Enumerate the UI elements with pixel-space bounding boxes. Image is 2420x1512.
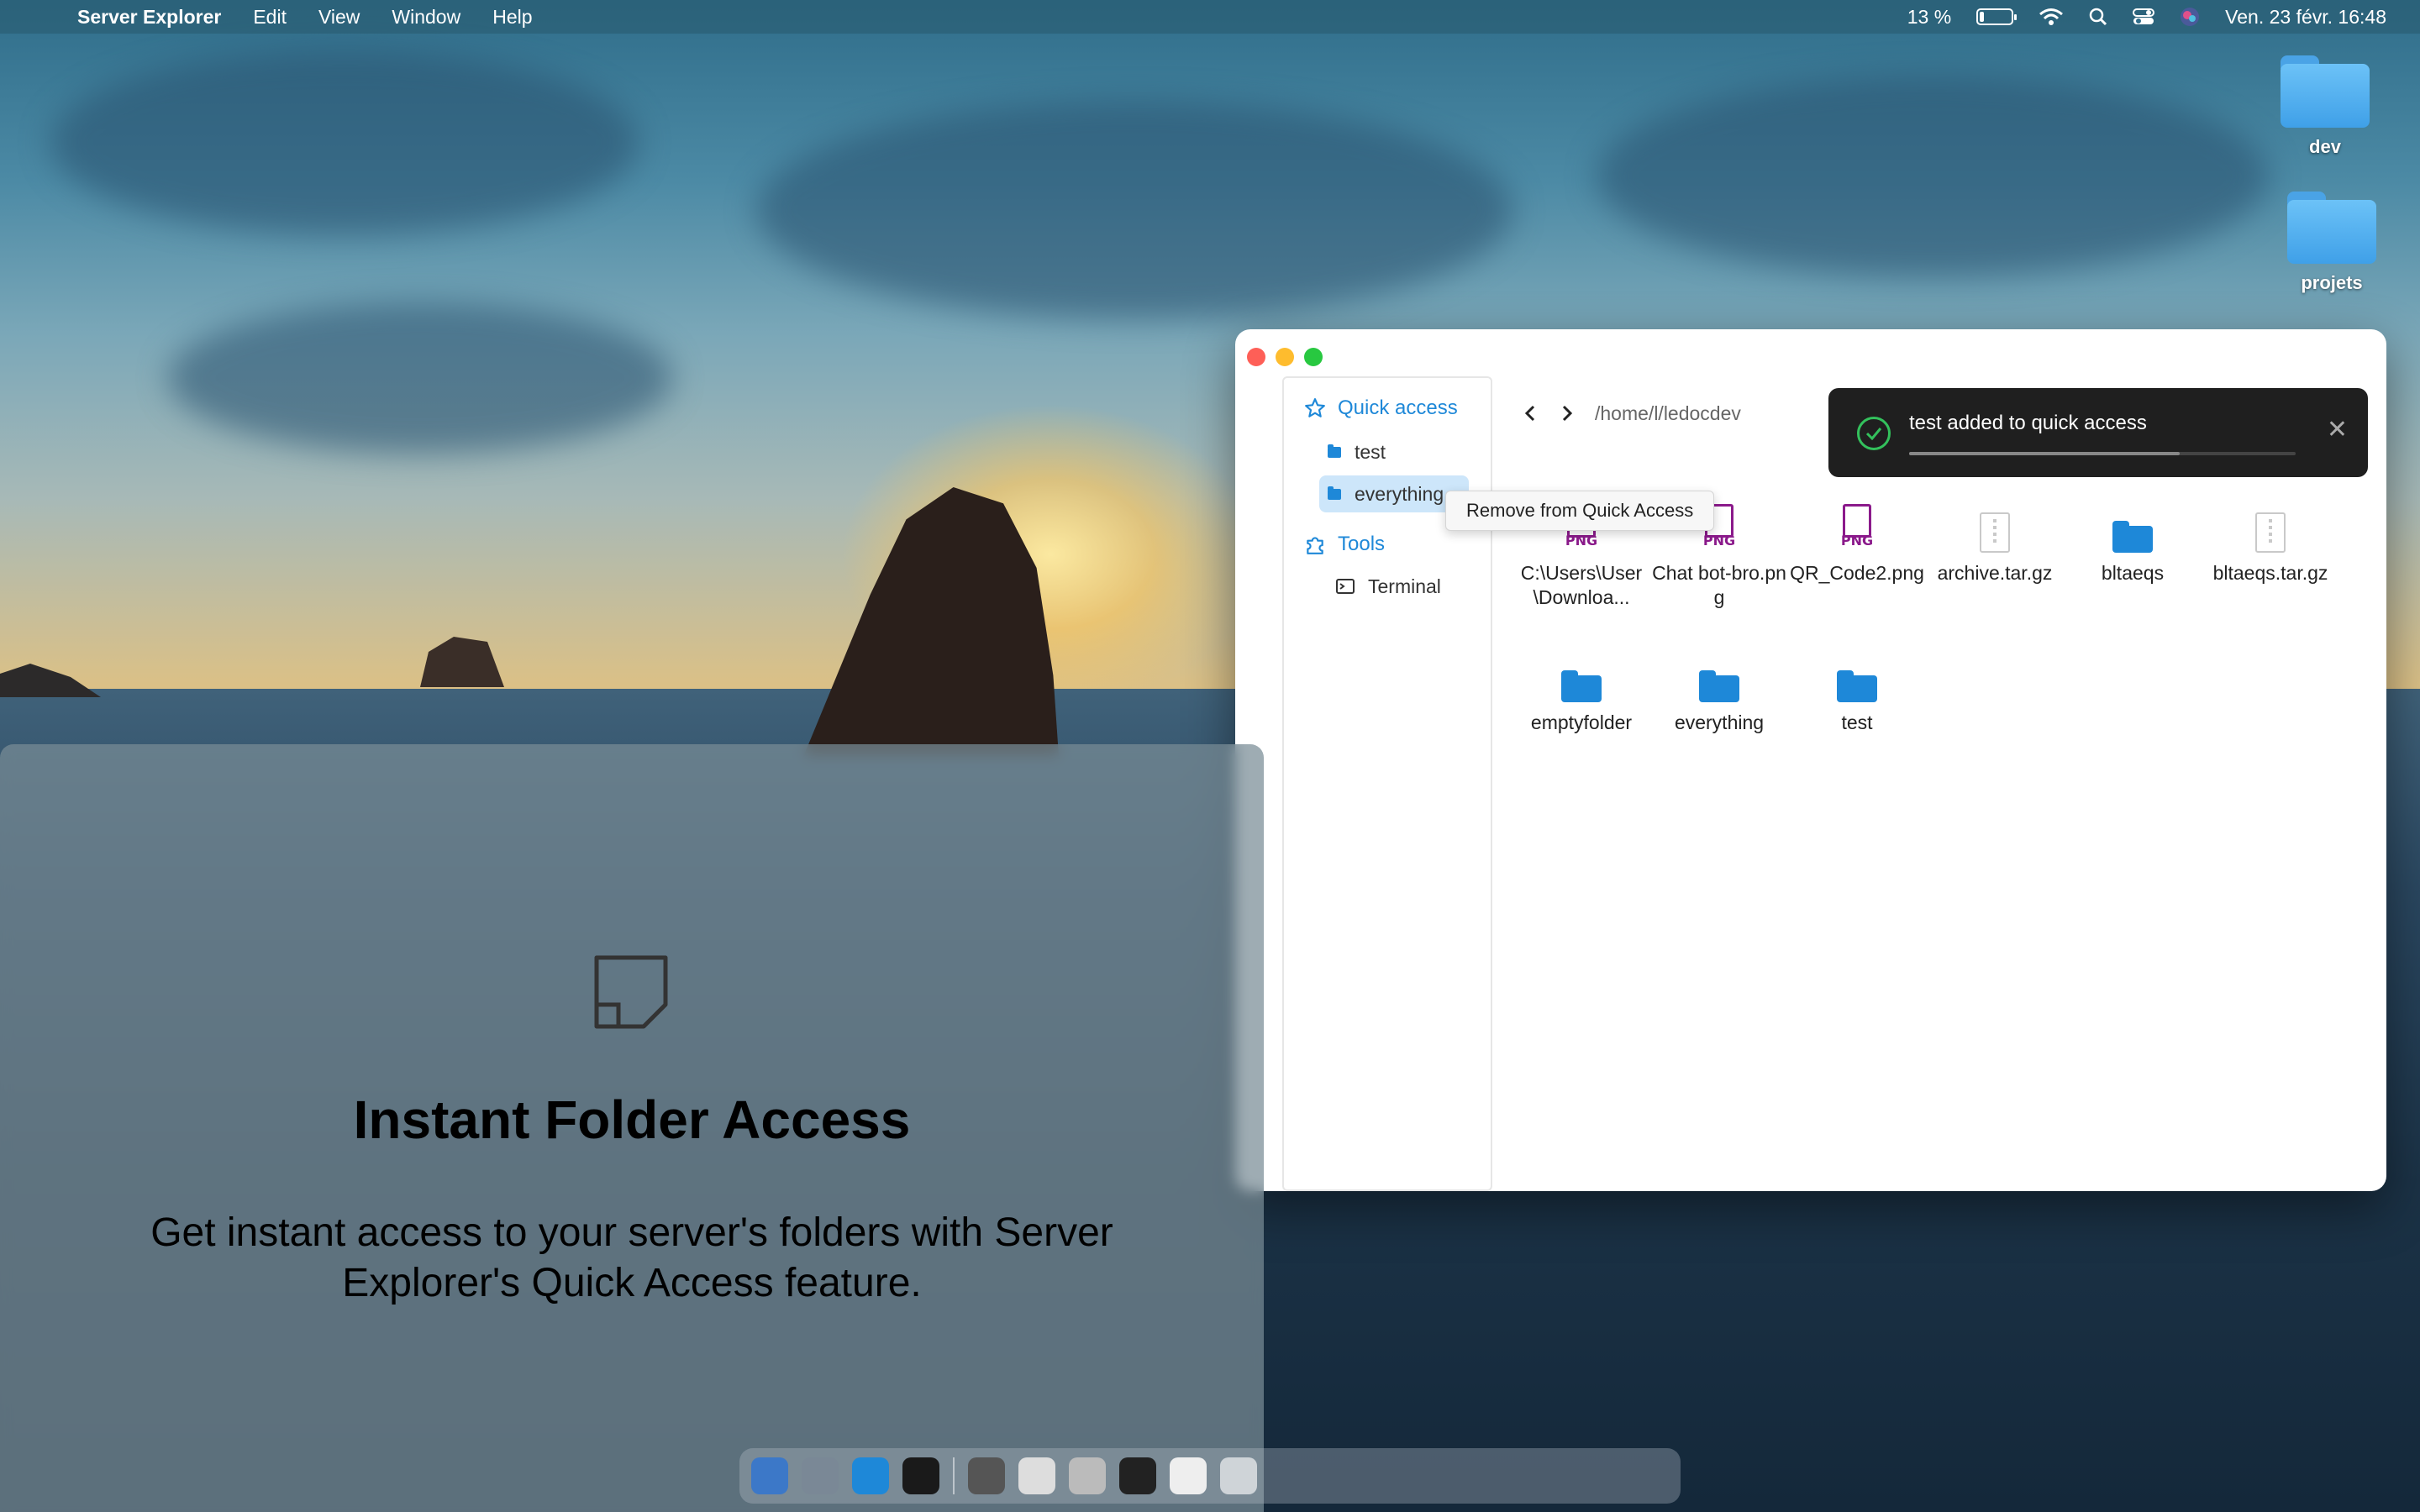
star-icon bbox=[1305, 398, 1325, 417]
menu-edit[interactable]: Edit bbox=[253, 6, 287, 29]
desktop-folder-dev[interactable]: dev bbox=[2262, 55, 2388, 158]
menu-help[interactable]: Help bbox=[492, 6, 532, 29]
folder-icon bbox=[2287, 192, 2376, 264]
back-chevron-icon[interactable] bbox=[1521, 404, 1539, 423]
current-path[interactable]: /home/l/ledocdev bbox=[1595, 402, 1741, 425]
menu-window[interactable]: Window bbox=[392, 6, 460, 29]
battery-percent: 13 % bbox=[1907, 5, 1952, 28]
folder-icon bbox=[2281, 55, 2370, 128]
folder-icon bbox=[1837, 670, 1877, 702]
desktop-icon-label: projets bbox=[2301, 272, 2363, 293]
dock-app-icon[interactable] bbox=[968, 1457, 1005, 1494]
close-icon[interactable]: ✕ bbox=[2327, 415, 2348, 444]
window-minimize-button[interactable] bbox=[1276, 348, 1294, 366]
file-name: archive.tar.gz bbox=[1937, 562, 2053, 584]
folder-icon bbox=[1561, 670, 1602, 702]
sea-rock bbox=[420, 637, 504, 687]
dock bbox=[739, 1448, 1681, 1504]
file-grid: PNG C:\Users\User\Downloa... PNG Chat bot-b… bbox=[1512, 497, 2370, 735]
sticky-note-icon bbox=[594, 955, 668, 1029]
file-name: emptyfolder bbox=[1530, 711, 1633, 733]
sidebar-quick-access-header[interactable]: Quick access bbox=[1304, 396, 1458, 420]
forward-chevron-icon[interactable] bbox=[1558, 404, 1576, 423]
path-navigation: /home/l/ledocdev bbox=[1521, 395, 1741, 432]
toast-notification: test added to quick access ✕ bbox=[1828, 388, 2368, 477]
check-circle-icon bbox=[1857, 417, 1891, 450]
menu-app-name[interactable]: Server Explorer bbox=[77, 6, 221, 29]
dock-app-icon[interactable] bbox=[751, 1457, 788, 1494]
toast-message: test added to quick access bbox=[1909, 412, 2147, 434]
promo-description: Get instant access to your server's fold… bbox=[150, 1210, 1113, 1305]
file-name: bltaeqs bbox=[2101, 562, 2165, 584]
window-zoom-button[interactable] bbox=[1304, 348, 1323, 366]
puzzle-icon bbox=[1307, 537, 1323, 554]
trash-icon[interactable] bbox=[1220, 1457, 1257, 1494]
desktop-folder-projets[interactable]: projets bbox=[2269, 192, 2395, 294]
spotlight-search-icon[interactable] bbox=[2089, 8, 2107, 26]
file-name: test bbox=[1841, 711, 1873, 733]
terminal-icon[interactable] bbox=[902, 1457, 939, 1494]
file-item[interactable]: test bbox=[1788, 647, 1926, 735]
archive-file-icon bbox=[2255, 512, 2286, 553]
png-file-icon: PNG bbox=[1838, 504, 1876, 553]
sidebar-item-terminal[interactable]: Terminal bbox=[1328, 568, 1453, 605]
folder-icon bbox=[1328, 486, 1341, 500]
menu-bar: Server Explorer Edit View Window Help 13… bbox=[0, 0, 2420, 34]
control-center-icon[interactable] bbox=[2133, 8, 2155, 26]
file-item[interactable]: everything bbox=[1650, 647, 1788, 735]
promo-panel: Instant Folder Access Get instant access… bbox=[0, 744, 1264, 1512]
terminal-icon bbox=[1336, 579, 1355, 594]
dock-separator bbox=[953, 1457, 955, 1494]
archive-file-icon bbox=[1980, 512, 2010, 553]
wifi-icon[interactable] bbox=[2039, 8, 2064, 26]
menu-view[interactable]: View bbox=[318, 6, 360, 29]
siri-icon[interactable] bbox=[2180, 7, 2200, 27]
file-name: bltaeqs.tar.gz bbox=[2212, 562, 2328, 584]
desktop-icon-label: dev bbox=[2309, 136, 2341, 157]
file-item[interactable]: archive.tar.gz bbox=[1926, 497, 2064, 610]
file-name: C:\Users\User\Downloa... bbox=[1520, 562, 1643, 608]
file-name: QR_Code2.png bbox=[1790, 562, 1924, 584]
dock-app-icon[interactable] bbox=[1119, 1457, 1156, 1494]
folder-icon bbox=[2112, 521, 2153, 553]
sidebar-item-label: Terminal bbox=[1368, 575, 1441, 597]
battery-icon[interactable] bbox=[1976, 8, 2018, 25]
sidebar-item-label: test bbox=[1355, 440, 1386, 463]
sidebar-quick-access-label: Quick access bbox=[1338, 396, 1458, 419]
file-name: Chat bot-bro.png bbox=[1652, 562, 1786, 608]
sidebar-item-test[interactable]: test bbox=[1319, 433, 1397, 470]
sea-rock bbox=[0, 664, 101, 697]
sidebar-tools-header[interactable]: Tools bbox=[1304, 533, 1385, 556]
file-item[interactable]: bltaeqs.tar.gz bbox=[2202, 497, 2339, 610]
window-close-button[interactable] bbox=[1247, 348, 1265, 366]
remove-from-quick-access-tooltip[interactable]: Remove from Quick Access bbox=[1445, 491, 1715, 531]
file-item[interactable]: bltaeqs bbox=[2064, 497, 2202, 610]
toast-progress-bar bbox=[1909, 452, 2296, 455]
file-name: everything bbox=[1674, 711, 1765, 733]
dock-app-icon[interactable] bbox=[1018, 1457, 1055, 1494]
promo-title: Instant Folder Access bbox=[353, 1089, 911, 1150]
clock[interactable]: Ven. 23 févr. 16:48 bbox=[2225, 6, 2386, 29]
folder-icon bbox=[1699, 670, 1739, 702]
file-item[interactable]: PNG QR_Code2.png bbox=[1788, 497, 1926, 610]
folder-icon bbox=[1328, 444, 1341, 458]
file-item[interactable]: emptyfolder bbox=[1512, 647, 1650, 735]
server-explorer-window: Quick access test everything Tools Termi… bbox=[1235, 329, 2386, 1191]
dock-app-icon[interactable] bbox=[1069, 1457, 1106, 1494]
dock-app-icon[interactable] bbox=[1170, 1457, 1207, 1494]
dock-app-icon[interactable] bbox=[802, 1457, 839, 1494]
dock-app-icon[interactable] bbox=[852, 1457, 889, 1494]
sidebar-item-label: everything bbox=[1355, 482, 1444, 505]
sidebar-tools-label: Tools bbox=[1338, 533, 1386, 555]
